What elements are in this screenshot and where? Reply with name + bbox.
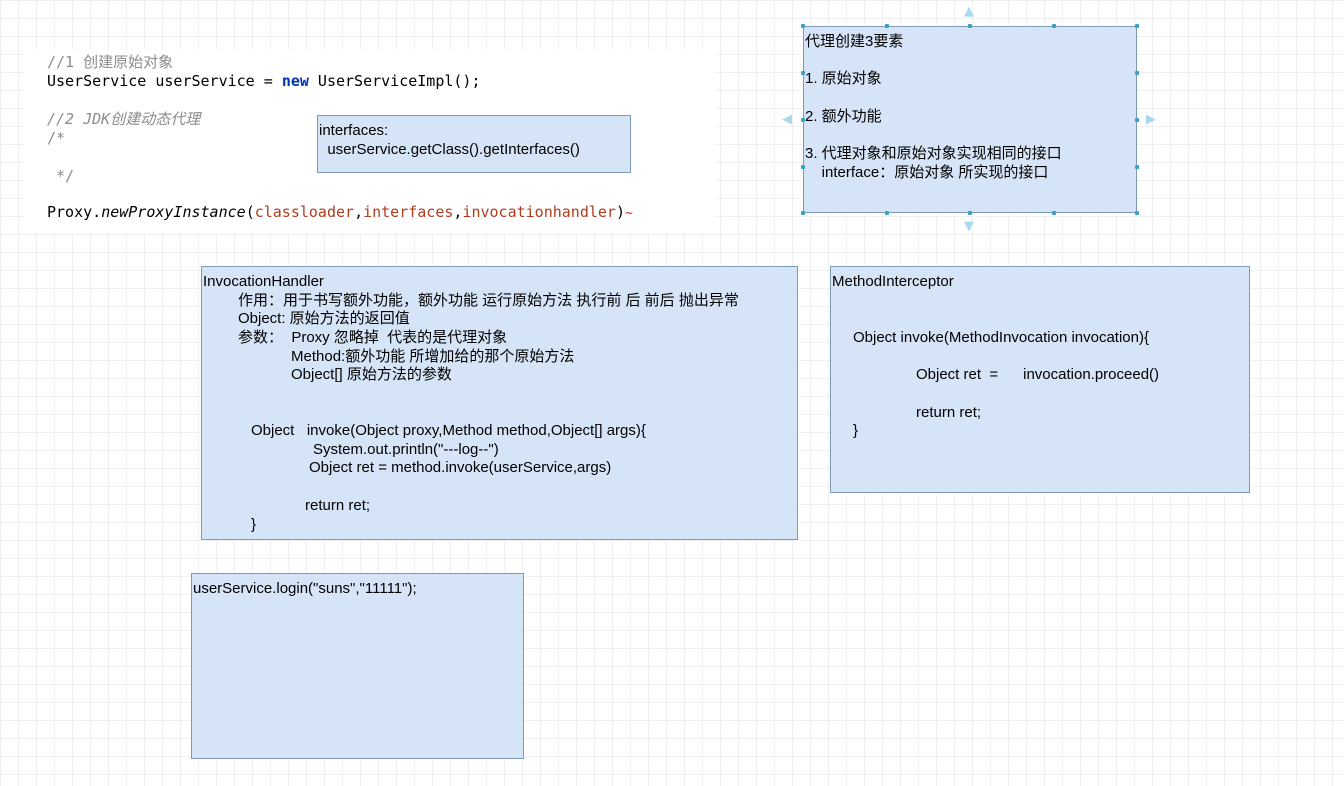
- handler-invoke-signature: Object invoke(Object proxy,Method method…: [251, 422, 646, 439]
- code-error-squiggle: ~: [625, 206, 633, 221]
- code-arg-invocationhandler: invocationhandler: [462, 203, 616, 221]
- handler-purpose: 作用：用于书写额外功能，额外功能 运行原始方法 执行前 后 前后 抛出异常: [238, 292, 739, 309]
- login-call-box[interactable]: userService.login("suns","11111");: [191, 573, 524, 759]
- resize-handle-right-center[interactable]: [1135, 118, 1139, 122]
- interceptor-invoke-signature: Object invoke(MethodInvocation invocatio…: [853, 329, 1150, 346]
- resize-handle-bottom-center[interactable]: [968, 211, 972, 215]
- code-arg-interfaces: interfaces: [363, 203, 454, 221]
- handler-title: InvocationHandler: [203, 273, 324, 290]
- code-userservice-impl: UserServiceImpl();: [308, 72, 481, 90]
- connect-arrow-left-icon[interactable]: ◀: [782, 113, 792, 126]
- connect-arrow-right-icon[interactable]: ▶: [1146, 113, 1156, 126]
- resize-handle-bottom-1[interactable]: [885, 211, 889, 215]
- elements-item-same-interface: 3. 代理对象和原始对象实现相同的接口: [805, 145, 1062, 162]
- method-interceptor-box[interactable]: MethodInterceptor Object invoke(MethodIn…: [830, 266, 1250, 493]
- code-keyword-new: new: [281, 72, 309, 90]
- resize-handle-left-center[interactable]: [801, 118, 805, 122]
- login-call-text: userService.login("suns","11111");: [193, 580, 417, 597]
- resize-handle-top-1[interactable]: [885, 24, 889, 28]
- interceptor-proceed-line: Object ret = invocation.proceed(): [916, 366, 1160, 383]
- proxy-three-elements-box[interactable]: 代理创建3要素 1. 原始对象 2. 额外功能 3. 代理对象和原始对象实现相同…: [803, 26, 1137, 213]
- connect-arrow-down-icon[interactable]: ▼: [964, 220, 974, 233]
- resize-handle-top-right[interactable]: [1135, 24, 1139, 28]
- interceptor-title: MethodInterceptor: [832, 273, 954, 290]
- interfaces-note-box[interactable]: interfaces: userService.getClass().getIn…: [317, 115, 631, 173]
- handler-close-brace: }: [251, 516, 257, 533]
- code-block-comment-open: /*: [47, 129, 66, 147]
- code-block-comment-close: */: [47, 167, 75, 185]
- code-comment-jdk-proxy: //2 JDK创建动态代理: [47, 110, 201, 128]
- handler-param-method: Method:额外功能 所增加给的那个原始方法: [291, 348, 575, 365]
- resize-handle-bottom-right[interactable]: [1135, 211, 1139, 215]
- resize-handle-left-1[interactable]: [801, 71, 805, 75]
- interceptor-close-brace: }: [853, 422, 859, 439]
- code-paren-close: ): [615, 203, 625, 221]
- resize-handle-top-center[interactable]: [968, 24, 972, 28]
- code-line-userservice: UserService userService = new UserServic…: [47, 72, 481, 91]
- resize-handle-left-3[interactable]: [801, 165, 805, 169]
- elements-item-interface-detail: interface：原始对象 所实现的接口: [805, 164, 1049, 181]
- handler-object-return: Object: 原始方法的返回值: [238, 310, 410, 327]
- elements-title: 代理创建3要素: [805, 33, 904, 50]
- code-comma-1: ,: [354, 203, 364, 221]
- elements-item-extra-function: 2. 额外功能: [805, 108, 882, 125]
- code-userservice-decl: UserService userService =: [47, 72, 282, 90]
- resize-handle-right-3[interactable]: [1135, 165, 1139, 169]
- resize-handle-right-1[interactable]: [1135, 71, 1139, 75]
- invocation-handler-box[interactable]: InvocationHandler 作用：用于书写额外功能，额外功能 运行原始方…: [201, 266, 798, 540]
- interfaces-getinterfaces-call: userService.getClass().getInterfaces(): [319, 141, 580, 158]
- handler-println: System.out.println("---log--"): [313, 441, 499, 458]
- code-line-proxy: Proxy.newProxyInstance(classloader,inter…: [47, 203, 633, 223]
- resize-handle-top-left[interactable]: [801, 24, 805, 28]
- elements-item-original-object: 1. 原始对象: [805, 70, 882, 87]
- interfaces-label: interfaces:: [319, 122, 389, 139]
- code-comment-create-original: //1 创建原始对象: [47, 53, 174, 71]
- code-paren-open: (: [245, 203, 255, 221]
- code-arg-classloader: classloader: [254, 203, 355, 221]
- resize-handle-bottom-left[interactable]: [801, 211, 805, 215]
- resize-handle-top-3[interactable]: [1052, 24, 1056, 28]
- code-proxy-method: newProxyInstance: [101, 203, 246, 221]
- interceptor-return: return ret;: [916, 404, 982, 421]
- handler-param-proxy: 参数： Proxy 忽略掉 代表的是代理对象: [238, 329, 508, 346]
- handler-param-args: Object[] 原始方法的参数: [291, 366, 452, 383]
- code-proxy-class: Proxy.: [47, 203, 102, 221]
- resize-handle-bottom-3[interactable]: [1052, 211, 1056, 215]
- handler-return: return ret;: [305, 497, 371, 514]
- connect-arrow-up-icon[interactable]: ▲: [964, 5, 974, 18]
- handler-invoke-call: Object ret = method.invoke(userService,a…: [309, 459, 612, 476]
